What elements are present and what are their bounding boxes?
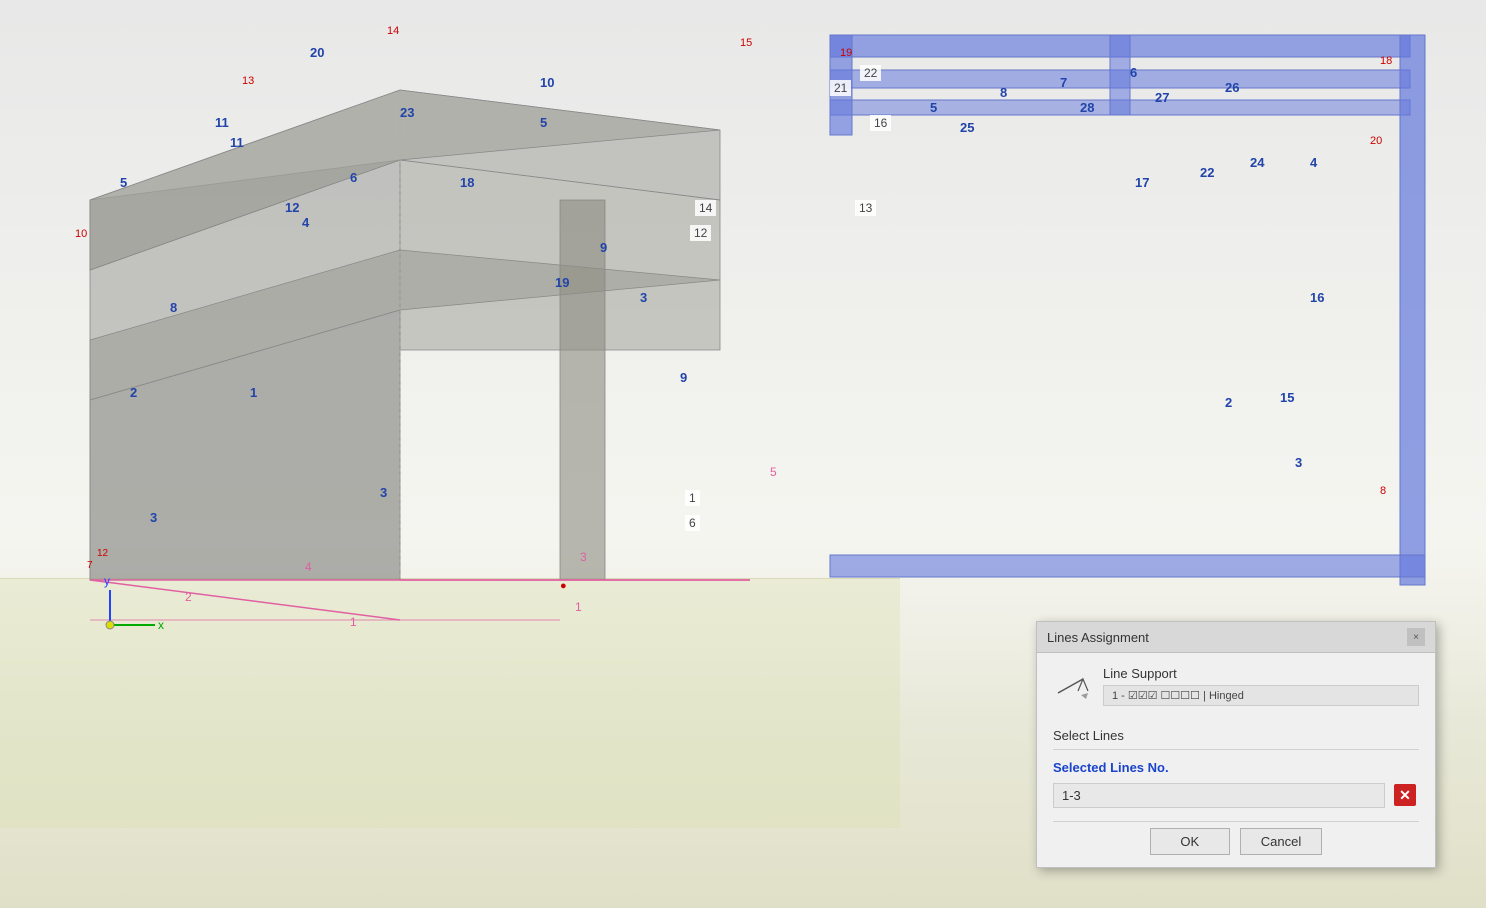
selected-lines-input-row: ✕	[1053, 781, 1419, 809]
lines-assignment-dialog: Lines Assignment × Line Support 1 - ☑☑☑ …	[1036, 621, 1436, 868]
dialog-body: Line Support 1 - ☑☑☑ ☐☐☐☐ | Hinged Selec…	[1037, 653, 1435, 867]
clear-icon: ✕	[1394, 784, 1416, 806]
line-support-icon	[1053, 671, 1093, 701]
dialog-close-button[interactable]: ×	[1407, 628, 1425, 646]
select-lines-row[interactable]: Select Lines	[1053, 722, 1419, 750]
dialog-title: Lines Assignment	[1047, 630, 1149, 645]
line-support-label: Line Support	[1103, 666, 1177, 681]
viewport-3d: x y 14 13 10 15 19 18 20 8 20 10 11 11 2…	[0, 0, 1486, 908]
cancel-button[interactable]: Cancel	[1240, 828, 1322, 855]
selected-lines-section: Selected Lines No. ✕	[1053, 760, 1419, 809]
selected-lines-title: Selected Lines No.	[1053, 760, 1419, 775]
selected-lines-input[interactable]	[1053, 783, 1385, 808]
select-lines-label: Select Lines	[1053, 728, 1124, 743]
structure-svg: x y	[0, 0, 900, 750]
dialog-buttons: OK Cancel	[1053, 821, 1419, 855]
dialog-titlebar: Lines Assignment ×	[1037, 622, 1435, 653]
svg-text:x: x	[158, 618, 164, 632]
line-support-value: 1 - ☑☑☑ ☐☐☐☐ | Hinged	[1103, 685, 1419, 706]
ok-button[interactable]: OK	[1150, 828, 1230, 855]
clear-selection-button[interactable]: ✕	[1391, 781, 1419, 809]
svg-text:y: y	[104, 574, 110, 588]
line-support-row: Line Support 1 - ☑☑☑ ☐☐☐☐ | Hinged	[1053, 665, 1419, 714]
